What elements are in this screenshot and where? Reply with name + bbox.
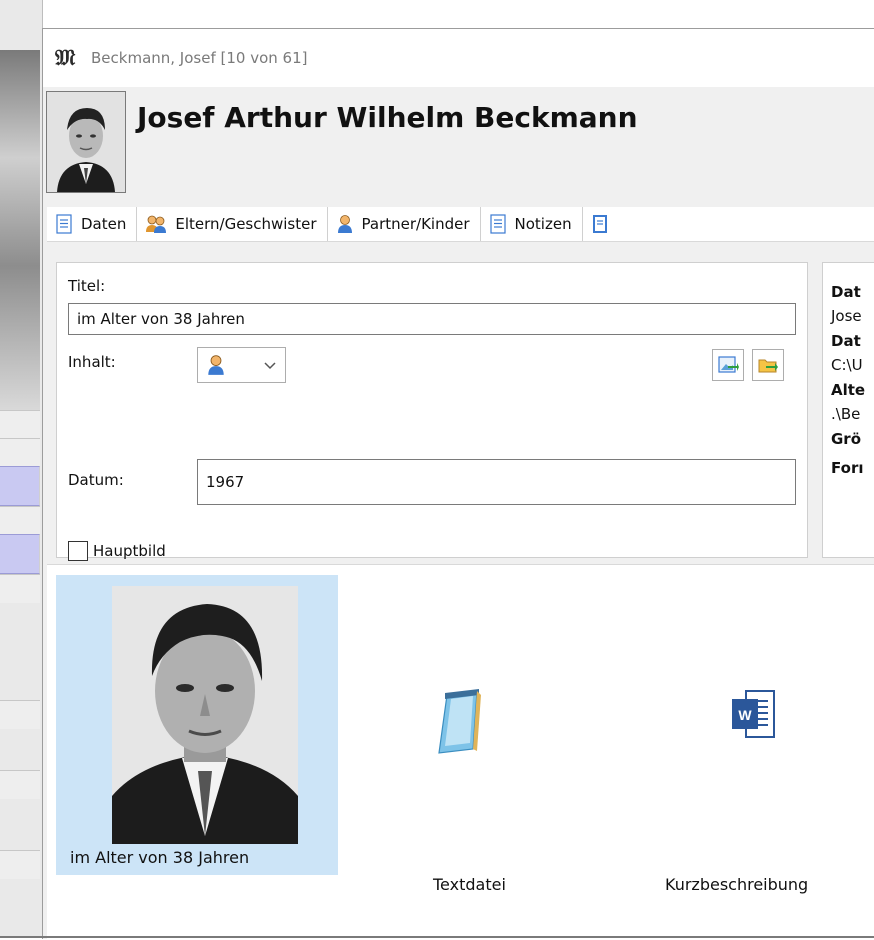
media-details-form: Titel: im Alter von 38 Jahren Inhalt: Da… <box>56 262 808 561</box>
svg-text:W: W <box>738 707 752 723</box>
portrait-photo <box>112 586 298 844</box>
media-item-kurzbeschreibung[interactable]: W <box>732 687 782 742</box>
background-list-item <box>0 700 40 729</box>
person-icon <box>337 215 352 233</box>
title-bar: 𝔐 Beckmann, Josef [10 von 61] <box>43 29 874 87</box>
person-icon <box>208 355 224 375</box>
background-list-item <box>0 770 40 799</box>
background-photo <box>0 50 40 410</box>
document-icon <box>489 214 506 234</box>
media-list: im Alter von 38 Jahren Textdatei W Kurzb… <box>47 564 874 940</box>
tab-partner-kinder[interactable]: Partner/Kinder <box>328 207 481 241</box>
tab-eltern-geschwister[interactable]: Eltern/Geschwister <box>137 207 328 241</box>
info-value: .\Be <box>831 405 861 423</box>
datum-input[interactable]: 1967 <box>197 459 796 505</box>
person-window: 𝔐 Beckmann, Josef [10 von 61] Josef Arth… <box>42 28 874 940</box>
import-image-button[interactable] <box>712 349 744 381</box>
media-caption: Kurzbeschreibung <box>665 875 809 894</box>
open-folder-button[interactable] <box>752 349 784 381</box>
inhalt-select[interactable] <box>197 347 286 383</box>
background-window-strip <box>0 0 43 938</box>
tab-daten-label: Daten <box>81 215 127 233</box>
tab-notizen-label: Notizen <box>514 215 572 233</box>
media-item-textdatei[interactable] <box>433 687 503 757</box>
media-caption: im Alter von 38 Jahren <box>70 848 250 867</box>
gothic-letter-icon: 𝔐 <box>55 45 76 71</box>
notepad-icon <box>438 689 481 754</box>
info-heading: Alte <box>831 381 866 399</box>
person-header: Josef Arthur Wilhelm Beckmann <box>43 87 874 197</box>
hauptbild-label: Hauptbild <box>93 542 166 560</box>
tab-partner-kinder-label: Partner/Kinder <box>361 215 470 233</box>
info-heading: Grö <box>831 430 862 448</box>
info-value: C:\U <box>831 356 863 374</box>
background-list-item <box>0 410 40 439</box>
background-list-item <box>0 506 40 535</box>
hauptbild-checkbox[interactable] <box>68 541 88 561</box>
background-list-item <box>0 574 40 603</box>
background-list-item <box>0 438 40 467</box>
photo-thumbnail <box>112 586 298 844</box>
tab-daten[interactable]: Daten <box>47 207 138 241</box>
person-portrait-thumbnail[interactable] <box>46 91 126 193</box>
background-tab <box>0 534 40 574</box>
chevron-down-icon <box>264 362 276 370</box>
info-heading: Dat <box>831 283 861 301</box>
family-icon <box>146 215 167 233</box>
media-item-selected[interactable]: im Alter von 38 Jahren <box>56 575 338 875</box>
titel-input[interactable]: im Alter von 38 Jahren <box>68 303 796 335</box>
media-caption: Textdatei <box>433 875 506 894</box>
folder-icon <box>758 359 778 373</box>
info-heading: Forı <box>831 459 864 477</box>
tab-notizen[interactable]: Notizen <box>481 207 583 241</box>
titel-label: Titel: <box>68 277 106 295</box>
tab-eltern-geschwister-label: Eltern/Geschwister <box>175 215 317 233</box>
background-list-item <box>0 850 40 879</box>
background-tab <box>0 466 40 506</box>
list-icon <box>592 215 607 233</box>
info-value: Jose <box>831 307 862 325</box>
word-document-icon: W <box>732 690 775 738</box>
inhalt-label: Inhalt: <box>68 353 116 371</box>
info-heading: Dat <box>831 332 861 350</box>
tab-more[interactable] <box>583 207 617 241</box>
document-icon <box>56 214 72 234</box>
portrait-drawing <box>47 92 125 192</box>
person-full-name: Josef Arthur Wilhelm Beckmann <box>137 101 638 134</box>
file-info-panel: Dat Jose Dat C:\U Alte .\Be Grö Forı <box>822 262 874 558</box>
tab-bar: Daten Eltern/Geschwister Partner/Kinder <box>47 207 874 242</box>
image-import-icon <box>718 356 739 373</box>
datum-label: Datum: <box>68 471 124 489</box>
window-title: Beckmann, Josef [10 von 61] <box>91 49 308 67</box>
